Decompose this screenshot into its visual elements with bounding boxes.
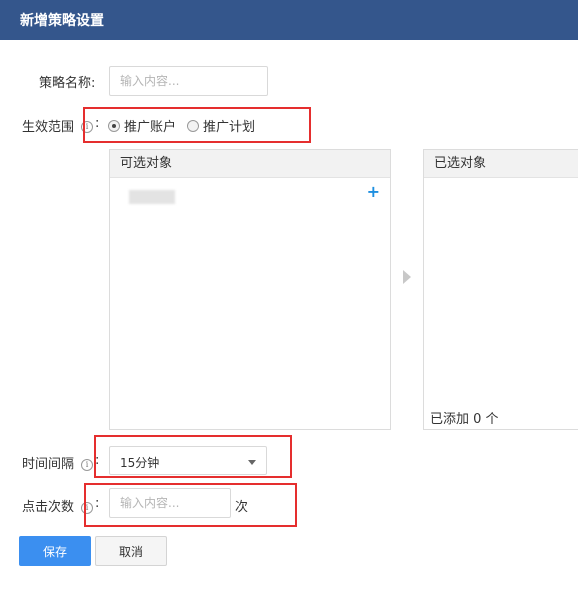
click-count-unit: 次: [235, 500, 249, 515]
time-interval-value: 15分钟: [120, 456, 160, 470]
selected-objects-title: 已选对象: [424, 150, 578, 178]
save-button[interactable]: 保存: [19, 536, 91, 566]
available-objects-title: 可选对象: [110, 150, 390, 178]
radio-promotion-account[interactable]: 推广账户: [108, 116, 176, 135]
available-object-item[interactable]: [129, 190, 175, 204]
cancel-button[interactable]: 取消: [95, 536, 167, 566]
effective-scope-label: 生效范围: [22, 120, 75, 135]
available-objects-panel: 可选对象 +: [109, 149, 391, 430]
dialog-header: 新增策略设置: [0, 0, 578, 40]
chevron-down-icon: [248, 460, 256, 465]
info-icon[interactable]: i: [81, 459, 93, 471]
radio-circle-checked[interactable]: [108, 119, 120, 132]
radio-promotion-plan[interactable]: 推广计划: [187, 116, 255, 135]
time-interval-label: 时间间隔: [22, 457, 75, 472]
selected-objects-panel: 已选对象 已添加 0 个: [423, 149, 578, 430]
add-icon[interactable]: +: [367, 184, 380, 200]
click-count-input[interactable]: [109, 488, 231, 518]
radio-label-account: 推广账户: [124, 120, 177, 135]
strategy-name-input[interactable]: [109, 66, 268, 96]
transfer-arrow-icon[interactable]: [403, 270, 411, 284]
dialog-title: 新增策略设置: [20, 13, 104, 29]
time-interval-select[interactable]: 15分钟: [109, 446, 267, 475]
added-count-text: 已添加 0 个: [430, 412, 499, 427]
strategy-name-label: 策略名称:: [39, 76, 96, 91]
radio-label-plan: 推广计划: [203, 120, 256, 135]
click-count-label: 点击次数: [22, 500, 75, 515]
radio-circle-unchecked[interactable]: [187, 119, 199, 132]
